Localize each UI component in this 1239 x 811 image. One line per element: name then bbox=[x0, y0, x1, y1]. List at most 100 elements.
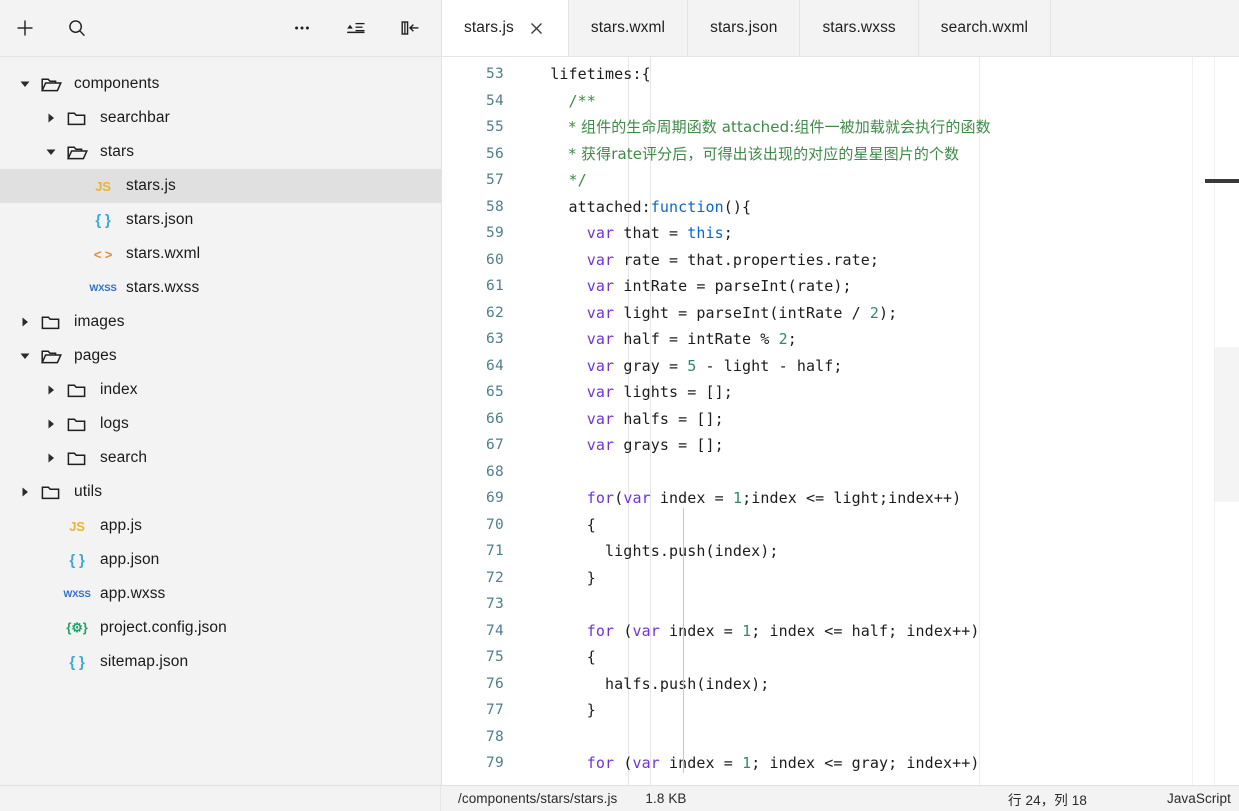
collapse-sidebar-button[interactable] bbox=[391, 9, 429, 47]
editor-tab-search-wxml[interactable]: search.wxml bbox=[918, 0, 1052, 56]
tree-item-stars[interactable]: stars bbox=[0, 135, 441, 169]
tree-item-project-config-json[interactable]: {⚙} project.config.json bbox=[0, 611, 441, 645]
code-line[interactable]: } bbox=[520, 697, 1192, 724]
editor-tab-stars-js[interactable]: stars.js bbox=[442, 0, 569, 56]
code-line[interactable]: halfs.push(index); bbox=[520, 671, 1192, 698]
code-token-plain: ( bbox=[614, 621, 633, 640]
chevron-right-icon[interactable] bbox=[14, 316, 36, 328]
status-language-mode[interactable]: JavaScript bbox=[1167, 791, 1231, 806]
tree-item-searchbar[interactable]: searchbar bbox=[0, 101, 441, 135]
json-file-icon: { } bbox=[69, 551, 85, 569]
ellipsis-icon bbox=[292, 18, 312, 38]
close-icon[interactable] bbox=[528, 19, 546, 37]
code-content[interactable]: lifetimes:{ /** * 组件的生命周期函数 attached:组件一… bbox=[520, 57, 1192, 785]
tree-item-stars-json[interactable]: { } stars.json bbox=[0, 203, 441, 237]
add-file-button[interactable] bbox=[6, 9, 44, 47]
editor-tab-stars-wxml[interactable]: stars.wxml bbox=[568, 0, 689, 56]
tree-item-app-wxss[interactable]: WXSS app.wxss bbox=[0, 577, 441, 611]
tree-item-app-js[interactable]: JS app.js bbox=[0, 509, 441, 543]
tree-item-search[interactable]: search bbox=[0, 441, 441, 475]
line-number: 63 bbox=[485, 331, 504, 347]
code-line[interactable]: var halfs = []; bbox=[520, 406, 1192, 433]
code-line[interactable]: for (var index = 1; index <= half; index… bbox=[520, 618, 1192, 645]
outline-button[interactable] bbox=[337, 9, 375, 47]
folder-open-icon bbox=[62, 144, 92, 161]
code-line[interactable]: var that = this; bbox=[520, 220, 1192, 247]
code-line[interactable]: lights.push(index); bbox=[520, 538, 1192, 565]
chevron-right-icon[interactable] bbox=[40, 384, 62, 396]
line-number: 67 bbox=[485, 437, 504, 453]
code-token-plain: - light - half; bbox=[696, 356, 843, 375]
tree-item-stars-wxss[interactable]: WXSS stars.wxss bbox=[0, 271, 441, 305]
editor-pane: stars.js stars.wxml stars.json stars.wxss se… bbox=[442, 0, 1239, 785]
collapse-panel-icon bbox=[399, 18, 421, 38]
editor-tab-stars-wxss[interactable]: stars.wxss bbox=[800, 0, 919, 56]
code-line[interactable]: * 获得rate评分后，可得出该出现的对应的星星图片的个数 bbox=[520, 141, 1192, 168]
code-line[interactable]: for(var index = 1;index <= light;index++… bbox=[520, 485, 1192, 512]
tree-item-app-json[interactable]: { } app.json bbox=[0, 543, 441, 577]
chevron-right-icon[interactable] bbox=[40, 418, 62, 430]
code-lines[interactable]: lifetimes:{ /** * 组件的生命周期函数 attached:组件一… bbox=[520, 61, 1192, 777]
editor-tab-stars-json[interactable]: stars.json bbox=[688, 0, 801, 56]
wxss-file-icon: WXSS bbox=[63, 588, 91, 600]
chevron-right-icon[interactable] bbox=[40, 452, 62, 464]
status-file-path: /components/stars/stars.js bbox=[458, 791, 618, 806]
editor-tab-bar[interactable]: stars.js stars.wxml stars.json stars.wxss se… bbox=[442, 0, 1239, 57]
chevron-down-icon[interactable] bbox=[14, 350, 36, 362]
tree-item-components[interactable]: components bbox=[0, 67, 441, 101]
main-split: components searchbar stars JS stars.js { } sta… bbox=[0, 0, 1239, 785]
code-token-kw: var bbox=[586, 383, 615, 401]
wxml-file-icon: < > bbox=[93, 246, 113, 262]
code-line[interactable]: var lights = []; bbox=[520, 379, 1192, 406]
chevron-right-icon[interactable] bbox=[40, 112, 62, 124]
code-token-cmt: /** bbox=[568, 91, 596, 110]
code-editor[interactable]: 53 54 55 56 57 58 59 60 61 62 63 64 65 66 67 68 69 70 71 72… bbox=[442, 57, 1239, 785]
editor-minimap[interactable] bbox=[1192, 57, 1239, 785]
code-line[interactable]: { bbox=[520, 644, 1192, 671]
tree-item-index[interactable]: index bbox=[0, 373, 441, 407]
code-line[interactable]: var half = intRate % 2; bbox=[520, 326, 1192, 353]
code-token-num: 1 bbox=[742, 754, 752, 772]
status-cursor-position[interactable]: 行 24，列 18 bbox=[1008, 789, 1087, 809]
tree-item-stars-js[interactable]: JS stars.js bbox=[0, 169, 441, 203]
code-token-kw: var bbox=[632, 621, 660, 640]
line-number: 79 bbox=[485, 755, 504, 771]
code-line[interactable] bbox=[520, 591, 1192, 618]
code-line[interactable]: for (var index = 1; index <= gray; index… bbox=[520, 750, 1192, 777]
tree-item-label: stars.js bbox=[126, 177, 176, 194]
code-line[interactable]: { bbox=[520, 512, 1192, 539]
code-line[interactable]: attached:function(){ bbox=[520, 194, 1192, 221]
tree-item-images[interactable]: images bbox=[0, 305, 441, 339]
code-line[interactable]: /** bbox=[520, 88, 1192, 115]
code-line[interactable]: var gray = 5 - light - half; bbox=[520, 353, 1192, 380]
code-line[interactable]: var grays = []; bbox=[520, 432, 1192, 459]
minimap-scroll-thumb[interactable] bbox=[1214, 347, 1239, 502]
file-tree[interactable]: components searchbar stars JS stars.js { } sta… bbox=[0, 57, 441, 785]
code-line[interactable] bbox=[520, 459, 1192, 486]
search-icon bbox=[67, 18, 87, 38]
tree-item-logs[interactable]: logs bbox=[0, 407, 441, 441]
code-token-plain: index = bbox=[650, 489, 733, 507]
tree-item-pages[interactable]: pages bbox=[0, 339, 441, 373]
chevron-down-icon[interactable] bbox=[40, 146, 62, 158]
code-line[interactable]: var light = parseInt(intRate / 2); bbox=[520, 300, 1192, 327]
code-line[interactable]: var rate = that.properties.rate; bbox=[520, 247, 1192, 274]
code-line[interactable]: var intRate = parseInt(rate); bbox=[520, 273, 1192, 300]
tree-item-stars-wxml[interactable]: < > stars.wxml bbox=[0, 237, 441, 271]
tree-item-label: images bbox=[74, 313, 125, 330]
search-files-button[interactable] bbox=[58, 9, 96, 47]
chevron-down-icon[interactable] bbox=[14, 78, 36, 90]
chevron-right-icon[interactable] bbox=[14, 486, 36, 498]
line-number-gutter: 53 54 55 56 57 58 59 60 61 62 63 64 65 66 67 68 69 70 71 72… bbox=[442, 57, 520, 785]
code-line[interactable] bbox=[520, 724, 1192, 751]
more-options-button[interactable] bbox=[283, 9, 321, 47]
code-token-kw: var bbox=[586, 330, 615, 348]
tree-item-utils[interactable]: utils bbox=[0, 475, 441, 509]
code-line[interactable]: lifetimes:{ bbox=[520, 61, 1192, 88]
code-line[interactable]: } bbox=[520, 565, 1192, 592]
line-number: 66 bbox=[485, 410, 504, 427]
code-line[interactable]: */ bbox=[520, 167, 1192, 194]
code-line[interactable]: * 组件的生命周期函数 attached:组件一被加载就会执行的函数 bbox=[520, 114, 1192, 141]
tree-item-sitemap-json[interactable]: { } sitemap.json bbox=[0, 645, 441, 679]
